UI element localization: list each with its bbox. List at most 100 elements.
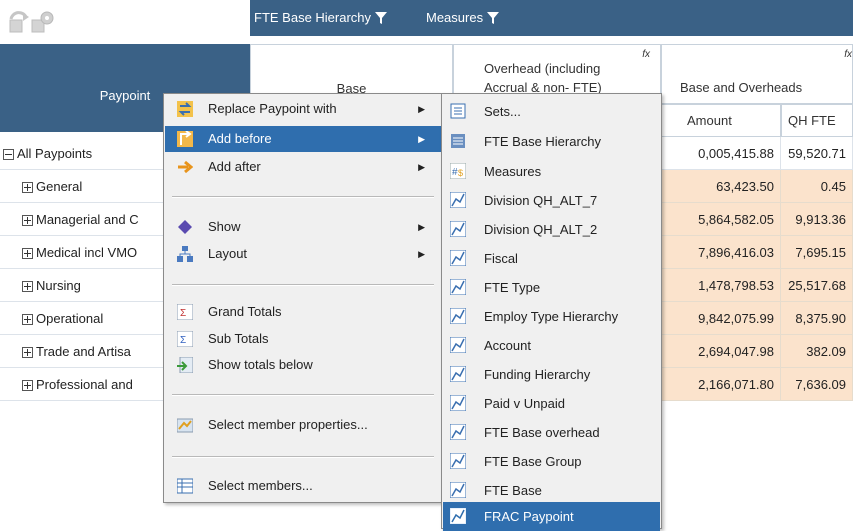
sets-icon — [450, 103, 466, 119]
member-properties-icon — [177, 418, 193, 433]
submenu-item-division-qh-alt-7[interactable]: Division QH_ALT_7 — [443, 186, 660, 215]
svg-text:Σ: Σ — [180, 335, 186, 346]
cell-amount[interactable]: 9,842,075.99 — [661, 302, 781, 335]
expand-icon[interactable] — [22, 314, 33, 326]
submenu-item-fte-type[interactable]: FTE Type — [443, 273, 660, 302]
menu-layout[interactable]: Layout ▶ — [165, 241, 441, 267]
cell-amount[interactable]: 2,166,071.80 — [661, 368, 781, 401]
menu-select-member-properties[interactable]: Select member properties... — [165, 412, 441, 438]
menu-select-members[interactable]: Select members... — [165, 473, 441, 499]
dimension-icon — [450, 508, 466, 524]
submenu-item-fte-base-group[interactable]: FTE Base Group — [443, 447, 660, 476]
submenu-item-sets[interactable]: Sets... — [443, 97, 660, 126]
cell-qh-fte[interactable]: 25,517.68 — [781, 269, 853, 302]
formula-icon[interactable]: fx — [642, 49, 650, 60]
sub-totals-icon: Σ — [177, 331, 193, 347]
select-members-icon — [177, 478, 193, 494]
dimension-icon — [450, 482, 466, 498]
fte-base-hierarchy-field[interactable]: FTE Base Hierarchy — [254, 0, 388, 36]
cell-qh-fte[interactable]: 382.09 — [781, 335, 853, 368]
cell-amount[interactable]: 7,896,416.03 — [661, 236, 781, 269]
dimension-icon — [450, 395, 466, 411]
submenu-arrow-icon: ▶ — [418, 249, 425, 259]
menu-separator — [172, 196, 434, 198]
cell-qh-fte[interactable]: 7,695.15 — [781, 236, 853, 269]
submenu-item-employ-type-hierarchy[interactable]: Employ Type Hierarchy — [443, 302, 660, 331]
menu-add-before[interactable]: Add before ▶ — [165, 126, 441, 152]
collapse-icon[interactable] — [3, 149, 14, 161]
submenu-item-frac-paypoint[interactable]: FRAC Paypoint — [443, 502, 660, 531]
filter-icon[interactable] — [487, 12, 500, 24]
hierarchy-icon — [451, 134, 465, 148]
cell-amount[interactable]: 1,478,798.53 — [661, 269, 781, 302]
dimension-icon — [450, 221, 466, 237]
menu-separator — [172, 456, 434, 458]
grand-totals-icon: Σ — [177, 304, 193, 320]
cell-amount[interactable]: 5,864,582.05 — [661, 203, 781, 236]
submenu-item-fte-base[interactable]: FTE Base — [443, 476, 660, 505]
dimension-icon — [450, 192, 466, 208]
fte-base-hierarchy-label: FTE Base Hierarchy — [254, 10, 372, 25]
menu-sub-totals[interactable]: Σ Sub Totals — [165, 326, 441, 352]
submenu-item-measures[interactable]: # $ Measures — [443, 157, 660, 186]
refresh-icon[interactable] — [6, 10, 32, 34]
cell-qh-fte[interactable]: 59,520.71 — [781, 137, 853, 170]
dimension-icon — [450, 366, 466, 382]
dimension-icon — [450, 308, 466, 324]
submenu-arrow-icon: ▶ — [418, 134, 425, 144]
submenu-item-fiscal[interactable]: Fiscal — [443, 244, 660, 273]
col-header-base-and-overheads[interactable]: Base and Overheads fx — [661, 44, 853, 104]
add-after-icon — [178, 160, 193, 174]
cell-amount[interactable]: 63,423.50 — [661, 170, 781, 203]
submenu-item-account[interactable]: Account — [443, 331, 660, 360]
context-menu: Replace Paypoint with ▶ Add before ▶ Add… — [163, 93, 443, 503]
settings-icon[interactable] — [30, 10, 56, 34]
menu-add-after[interactable]: Add after ▶ — [165, 154, 441, 180]
cell-qh-fte[interactable]: 8,375.90 — [781, 302, 853, 335]
overhead-header-label: Overhead (including Accrual & non- FTE) — [484, 61, 602, 95]
pivot-toolbar: FTE Base Hierarchy Measures — [250, 0, 853, 36]
svg-text:$: $ — [458, 168, 463, 178]
menu-grand-totals[interactable]: Σ Grand Totals — [165, 299, 441, 325]
toolbar-icons — [6, 10, 66, 34]
measures-field[interactable]: Measures — [426, 0, 500, 36]
expand-icon[interactable] — [22, 380, 33, 392]
menu-separator — [172, 394, 434, 396]
dimension-icon — [450, 279, 466, 295]
cell-qh-fte[interactable]: 0.45 — [781, 170, 853, 203]
measures-label: Measures — [426, 10, 484, 25]
col-header-amount[interactable]: Amount — [661, 104, 781, 137]
menu-replace-paypoint[interactable]: Replace Paypoint with ▶ — [165, 96, 441, 122]
submenu-item-paid-v-unpaid[interactable]: Paid v Unpaid — [443, 389, 660, 418]
cell-amount[interactable]: 0,005,415.88 — [661, 137, 781, 170]
expand-icon[interactable] — [22, 281, 33, 293]
submenu-arrow-icon: ▶ — [418, 162, 425, 172]
cell-qh-fte[interactable]: 9,913.36 — [781, 203, 853, 236]
submenu-arrow-icon: ▶ — [418, 104, 425, 114]
dimension-icon — [450, 337, 466, 353]
dimension-icon — [450, 250, 466, 266]
base-and-overheads-label: Base and Overheads — [680, 80, 803, 95]
add-before-icon — [177, 131, 193, 147]
menu-show[interactable]: Show ▶ — [165, 214, 441, 240]
filter-icon[interactable] — [375, 12, 388, 24]
expand-icon[interactable] — [22, 248, 33, 260]
menu-separator — [172, 284, 434, 286]
show-icon — [178, 220, 192, 234]
formula-icon[interactable]: fx — [844, 49, 852, 60]
menu-show-totals-below[interactable]: Show totals below — [165, 352, 441, 378]
submenu-item-fte-base-hierarchy[interactable]: FTE Base Hierarchy — [443, 127, 660, 156]
expand-icon[interactable] — [22, 182, 33, 194]
expand-icon[interactable] — [22, 215, 33, 227]
submenu-item-funding-hierarchy[interactable]: Funding Hierarchy — [443, 360, 660, 389]
submenu-arrow-icon: ▶ — [418, 222, 425, 232]
expand-icon[interactable] — [22, 347, 33, 359]
cell-amount[interactable]: 2,694,047.98 — [661, 335, 781, 368]
col-header-qh-fte[interactable]: QH FTE — [781, 104, 853, 137]
submenu-item-division-qh-alt-2[interactable]: Division QH_ALT_2 — [443, 215, 660, 244]
dimension-icon — [450, 424, 466, 440]
cell-qh-fte[interactable]: 7,636.09 — [781, 368, 853, 401]
layout-icon — [177, 246, 193, 262]
add-before-submenu: Sets... FTE Base Hierarchy # $ Measures D… — [441, 93, 662, 531]
submenu-item-fte-base-overhead[interactable]: FTE Base overhead — [443, 418, 660, 447]
